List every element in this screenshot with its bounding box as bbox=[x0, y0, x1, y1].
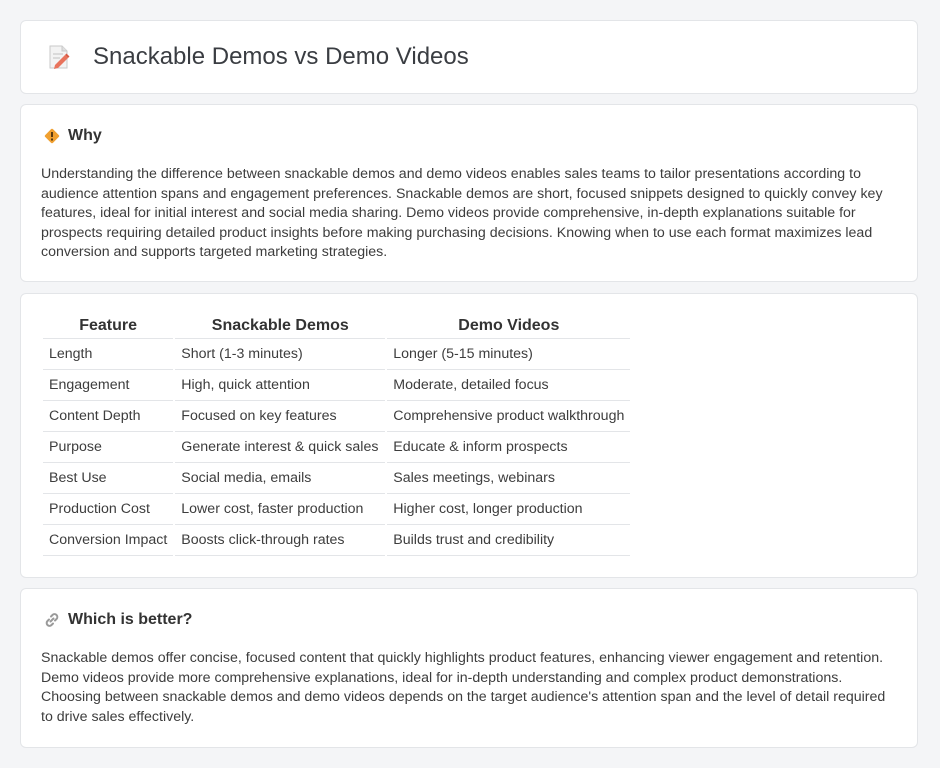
table-row: Production Cost Lower cost, faster produ… bbox=[43, 494, 631, 525]
table-cell: Comprehensive product walkthrough bbox=[387, 401, 631, 432]
table-row: Content Depth Focused on key features Co… bbox=[43, 401, 631, 432]
table-cell: Moderate, detailed focus bbox=[387, 370, 631, 401]
table-cell: Generate interest & quick sales bbox=[175, 432, 386, 463]
why-title: Why bbox=[68, 127, 102, 144]
table-cell: Lower cost, faster production bbox=[175, 494, 386, 525]
table-row: Engagement High, quick attention Moderat… bbox=[43, 370, 631, 401]
table-cell: Length bbox=[43, 339, 174, 370]
warning-sign-icon bbox=[43, 127, 61, 145]
table-cell: Sales meetings, webinars bbox=[387, 463, 631, 494]
table-cell: Higher cost, longer production bbox=[387, 494, 631, 525]
table-cell: Purpose bbox=[43, 432, 174, 463]
table-cell: Focused on key features bbox=[175, 401, 386, 432]
table-cell: Longer (5-15 minutes) bbox=[387, 339, 631, 370]
table-row: Conversion Impact Boosts click-through r… bbox=[43, 525, 631, 556]
which-is-better-title: Which is better? bbox=[68, 611, 193, 628]
comparison-table: Feature Snackable Demos Demo Videos Leng… bbox=[41, 314, 632, 556]
why-card: Why Understanding the difference between… bbox=[20, 104, 918, 282]
table-cell: Short (1-3 minutes) bbox=[175, 339, 386, 370]
link-icon bbox=[43, 611, 61, 629]
column-header-demo-videos: Demo Videos bbox=[387, 314, 631, 339]
table-cell: High, quick attention bbox=[175, 370, 386, 401]
table-cell: Conversion Impact bbox=[43, 525, 174, 556]
table-row: Purpose Generate interest & quick sales … bbox=[43, 432, 631, 463]
header-card: Snackable Demos vs Demo Videos bbox=[20, 20, 918, 94]
document-pencil-icon bbox=[45, 43, 73, 71]
table-cell: Boosts click-through rates bbox=[175, 525, 386, 556]
table-cell: Builds trust and credibility bbox=[387, 525, 631, 556]
table-cell: Engagement bbox=[43, 370, 174, 401]
page-title: Snackable Demos vs Demo Videos bbox=[93, 43, 469, 70]
table-cell: Social media, emails bbox=[175, 463, 386, 494]
table-cell: Educate & inform prospects bbox=[387, 432, 631, 463]
table-header-row: Feature Snackable Demos Demo Videos bbox=[43, 314, 631, 339]
table-cell: Best Use bbox=[43, 463, 174, 494]
table-row: Best Use Social media, emails Sales meet… bbox=[43, 463, 631, 494]
why-text: Understanding the difference between sna… bbox=[41, 166, 883, 261]
table-cell: Production Cost bbox=[43, 494, 174, 525]
column-header-feature: Feature bbox=[43, 314, 174, 339]
which-is-better-text: Snackable demos offer concise, focused c… bbox=[41, 650, 886, 725]
which-is-better-card: Which is better? Snackable demos offer c… bbox=[20, 588, 918, 748]
table-row: Length Short (1-3 minutes) Longer (5-15 … bbox=[43, 339, 631, 370]
column-header-snackable-demos: Snackable Demos bbox=[175, 314, 386, 339]
table-cell: Content Depth bbox=[43, 401, 174, 432]
comparison-card: Feature Snackable Demos Demo Videos Leng… bbox=[20, 293, 918, 578]
